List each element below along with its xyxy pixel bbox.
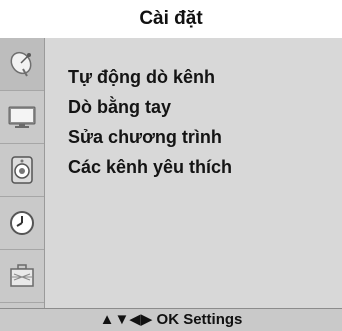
- menu-item-auto-tuning[interactable]: Tự động dò kênh: [68, 62, 232, 92]
- navigation-hint: ▲▼◀▶ OK Settings: [99, 311, 243, 328]
- settings-panel: Tự động dò kênh Dò bằng tay Sửa chương t…: [0, 38, 342, 308]
- toolbox-icon: [8, 263, 36, 289]
- navigation-hint-bar: ▲▼◀▶ OK Settings: [0, 308, 342, 331]
- category-sidebar: [0, 38, 45, 308]
- menu-item-program-edit[interactable]: Sửa chương trình: [68, 122, 232, 152]
- satellite-dish-icon: [7, 49, 37, 79]
- sidebar-item-sound[interactable]: [0, 144, 44, 197]
- menu-item-manual-tuning[interactable]: Dò bằng tay: [68, 92, 232, 122]
- sidebar-item-time[interactable]: [0, 197, 44, 250]
- speaker-icon: [9, 155, 35, 185]
- title-bar: Cài đặt: [0, 0, 342, 38]
- clock-icon: [8, 209, 36, 237]
- menu-item-favorite-channels[interactable]: Các kênh yêu thích: [68, 152, 232, 182]
- sidebar-item-picture[interactable]: [0, 91, 44, 144]
- sidebar-item-channels[interactable]: [0, 38, 44, 91]
- sidebar-item-options[interactable]: [0, 250, 44, 303]
- page-title: Cài đặt: [139, 8, 203, 29]
- setup-menu: Tự động dò kênh Dò bằng tay Sửa chương t…: [68, 62, 232, 182]
- tv-screen-icon: [7, 104, 37, 130]
